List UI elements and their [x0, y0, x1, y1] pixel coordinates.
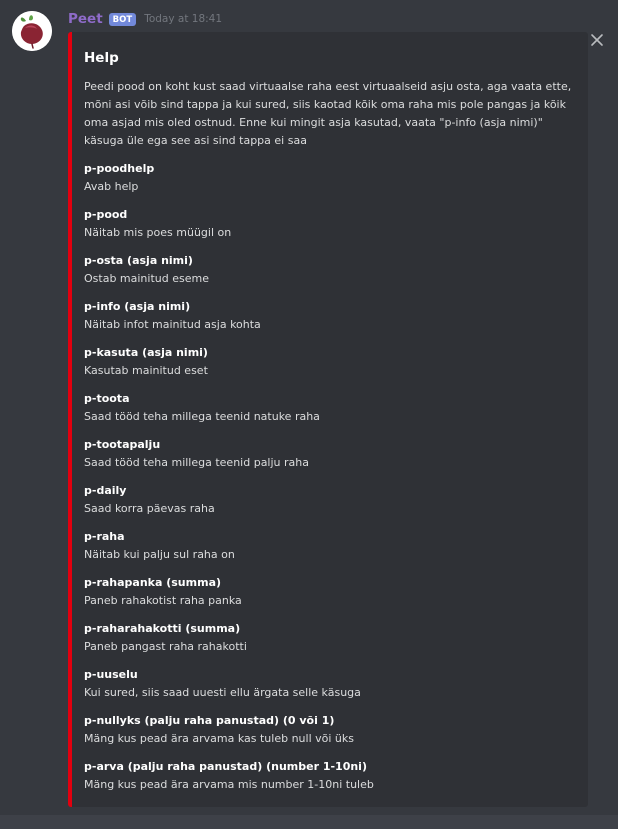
timestamp: Today at 18:41: [144, 13, 223, 25]
field-value: Mäng kus pead ära arvama mis number 1-10…: [84, 778, 374, 791]
embed-field: p-pood Näitab mis poes müügil on: [84, 206, 574, 252]
embed-field: p-toota Saad tööd teha millega teenid na…: [84, 390, 574, 436]
field-name: p-poodhelp: [84, 162, 155, 175]
embed-field: p-arva (palju raha panustad) (number 1-1…: [84, 758, 574, 804]
embed-field: p-poodhelp Avab help: [84, 160, 574, 206]
field-value: Avab help: [84, 180, 139, 193]
username[interactable]: Peet: [68, 11, 103, 27]
embed-title: Help: [84, 50, 119, 66]
embed-field: p-info (asja nimi) Näitab infot mainitud…: [84, 298, 574, 344]
field-value: Kasutab mainitud eset: [84, 364, 208, 377]
scroll-strip: [0, 815, 618, 829]
embed: Help Peedi pood on koht kust saad virtua…: [68, 32, 588, 807]
field-name: p-tootapalju: [84, 438, 161, 451]
field-value: Mäng kus pead ära arvama kas tuleb null …: [84, 732, 354, 745]
field-name: p-daily: [84, 484, 127, 497]
bot-message: Peet BOT Today at 18:41 Help Peedi pood …: [0, 0, 618, 829]
field-name: p-nullyks (palju raha panustad) (0 või 1…: [84, 714, 335, 727]
field-name: p-toota: [84, 392, 130, 405]
embed-field: p-osta (asja nimi) Ostab mainitud eseme: [84, 252, 574, 298]
embed-field: p-kasuta (asja nimi) Kasutab mainitud es…: [84, 344, 574, 390]
field-name: p-rahapanka (summa): [84, 576, 222, 589]
embed-field: p-raha Näitab kui palju sul raha on: [84, 528, 574, 574]
field-value: Saad tööd teha millega teenid natuke rah…: [84, 410, 320, 423]
embed-field: p-rahapanka (summa) Paneb rahakotist rah…: [84, 574, 574, 620]
field-value: Saad tööd teha millega teenid palju raha: [84, 456, 309, 469]
close-icon[interactable]: [589, 32, 605, 48]
field-value: Näitab mis poes müügil on: [84, 226, 232, 239]
field-value: Näitab infot mainitud asja kohta: [84, 318, 261, 331]
field-value: Paneb pangast raha rahakotti: [84, 640, 247, 653]
embed-fields: p-poodhelp Avab help p-pood Näitab mis p…: [84, 160, 574, 804]
embed-description: Peedi pood on koht kust saad virtuaalse …: [84, 80, 572, 147]
field-name: p-pood: [84, 208, 128, 221]
embed-field: p-raharahakotti (summa) Paneb pangast ra…: [84, 620, 574, 666]
embed-field: p-daily Saad korra päevas raha: [84, 482, 574, 528]
field-value: Saad korra päevas raha: [84, 502, 215, 515]
field-name: p-uuselu: [84, 668, 138, 681]
field-value: Näitab kui palju sul raha on: [84, 548, 235, 561]
embed-field: p-uuselu Kui sured, siis saad uuesti ell…: [84, 666, 574, 712]
field-name: p-osta (asja nimi): [84, 254, 193, 267]
field-name: p-info (asja nimi): [84, 300, 191, 313]
field-value: Paneb rahakotist raha panka: [84, 594, 242, 607]
field-name: p-raha: [84, 530, 125, 543]
embed-field: p-tootapalju Saad tööd teha millega teen…: [84, 436, 574, 482]
beet-icon: [12, 11, 52, 51]
field-name: p-arva (palju raha panustad) (number 1-1…: [84, 760, 367, 773]
embed-field: p-nullyks (palju raha panustad) (0 või 1…: [84, 712, 574, 758]
field-value: Kui sured, siis saad uuesti ellu ärgata …: [84, 686, 361, 699]
avatar[interactable]: [12, 11, 52, 51]
bot-tag: BOT: [108, 12, 137, 26]
field-name: p-kasuta (asja nimi): [84, 346, 208, 359]
field-value: Ostab mainitud eseme: [84, 272, 209, 285]
message-header: Peet BOT Today at 18:41: [68, 9, 222, 29]
field-name: p-raharahakotti (summa): [84, 622, 241, 635]
